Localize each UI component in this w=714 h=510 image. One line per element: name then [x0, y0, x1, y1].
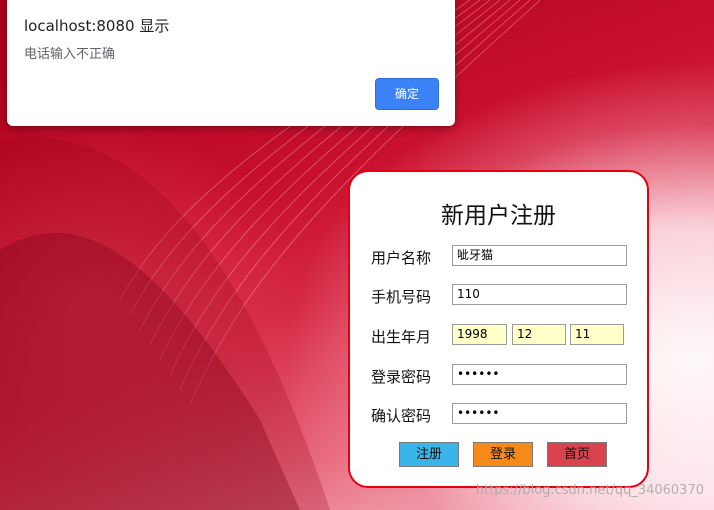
birth-label: 出生年月: [371, 328, 432, 346]
alert-message: 电话输入不正确: [24, 47, 116, 62]
birth-year-input[interactable]: 1998: [452, 324, 507, 345]
birth-row: 出生年月 1998 12 11: [350, 324, 647, 346]
watermark-text: https://blog.csdn.net/qq_34060370: [475, 483, 704, 498]
phone-row: 手机号码 110: [350, 284, 647, 306]
password-input[interactable]: ••••••: [452, 364, 627, 385]
password-label: 登录密码: [371, 368, 432, 386]
username-label: 用户名称: [371, 249, 432, 267]
username-input[interactable]: 呲牙猫: [452, 245, 627, 266]
register-form-card: 新用户注册 用户名称 呲牙猫 手机号码 110 出生年月 1998 12 11 …: [348, 170, 649, 488]
birth-day-input[interactable]: 11: [570, 324, 624, 345]
register-button[interactable]: 注册: [399, 442, 459, 467]
phone-input[interactable]: 110: [452, 284, 627, 305]
home-button[interactable]: 首页: [547, 442, 607, 467]
login-button[interactable]: 登录: [473, 442, 533, 467]
alert-title: localhost:8080 显示: [24, 17, 170, 35]
alert-dialog: localhost:8080 显示 电话输入不正确 确定: [7, 0, 455, 126]
alert-ok-button[interactable]: 确定: [375, 78, 439, 110]
phone-label: 手机号码: [371, 288, 432, 306]
birth-month-input[interactable]: 12: [512, 324, 566, 345]
confirm-password-label: 确认密码: [371, 407, 432, 425]
confirm-password-row: 确认密码 ••••••: [350, 403, 647, 425]
form-title: 新用户注册: [441, 203, 556, 229]
confirm-password-input[interactable]: ••••••: [452, 403, 627, 424]
password-row: 登录密码 ••••••: [350, 364, 647, 386]
username-row: 用户名称 呲牙猫: [350, 245, 647, 267]
